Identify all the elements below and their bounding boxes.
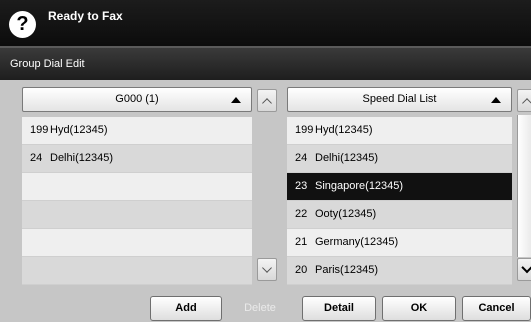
list-item-number: 23 [295,180,308,192]
detail-button[interactable]: Detail [302,296,376,321]
list-item[interactable]: 199 Hyd(12345) [22,117,252,145]
group-list-header-label: G000 (1) [115,93,159,105]
list-item-name: Paris(12345) [315,264,378,276]
list-item-number: 20 [295,264,308,276]
speed-dial-list: Speed Dial List 199 Hyd(12345) 24 Delhi(12… [287,87,512,285]
help-icon[interactable]: ? [9,11,36,38]
sort-up-icon [231,97,241,103]
list-item-number: 199 [30,124,49,136]
list-item-empty [22,201,252,229]
cancel-button[interactable]: Cancel [462,296,531,321]
ok-button[interactable]: OK [382,296,456,321]
sort-up-icon [491,97,501,103]
left-scroll-down-button[interactable] [257,258,277,281]
list-item-name: Delhi(12345) [50,152,113,164]
speed-dial-list-header[interactable]: Speed Dial List [287,87,512,112]
list-item-name: Hyd(12345) [50,124,108,136]
chevron-up-icon [262,97,272,108]
list-item-empty [22,257,252,285]
status-text: Ready to Fax [48,9,123,23]
list-item-number: 24 [30,152,43,164]
chevron-up-icon [522,97,531,108]
add-button[interactable]: Add [150,296,222,321]
left-scroll-up-button[interactable] [257,89,277,112]
list-item-number: 24 [295,152,308,164]
title-bar: Group Dial Edit [0,46,531,80]
list-item-number: 22 [295,208,308,220]
list-item-number: 21 [295,236,308,248]
list-item-empty [22,229,252,257]
chevron-down-icon [262,262,272,273]
list-item-name: Ooty(12345) [315,208,377,220]
list-item[interactable]: 20 Paris(12345) [287,257,512,285]
delete-button: Delete [225,296,295,321]
list-item-number: 199 [295,124,314,136]
list-item[interactable]: 199 Hyd(12345) [287,117,512,145]
list-item-name: Hyd(12345) [315,124,373,136]
list-item-name: Germany(12345) [315,236,399,248]
list-item[interactable]: 24 Delhi(12345) [287,145,512,173]
speed-dial-list-header-label: Speed Dial List [362,93,437,105]
right-scroll-down-button[interactable] [517,258,531,281]
status-bar: ? Ready to Fax [0,0,531,46]
list-item-selected[interactable]: 23 Singapore(12345) [287,173,512,201]
group-list-header[interactable]: G000 (1) [22,87,252,112]
page-title: Group Dial Edit [10,58,85,70]
group-member-list: G000 (1) 199 Hyd(12345) 24 Delhi(12345) [22,87,252,285]
right-scroll-up-button[interactable] [517,89,531,112]
list-item-name: Delhi(12345) [315,152,378,164]
list-item[interactable]: 21 Germany(12345) [287,229,512,257]
chevron-down-icon [521,261,531,273]
list-item[interactable]: 24 Delhi(12345) [22,145,252,173]
right-scrollbar-track[interactable] [517,115,531,257]
list-item[interactable]: 22 Ooty(12345) [287,201,512,229]
list-item-empty [22,173,252,201]
list-item-name: Singapore(12345) [315,180,404,192]
